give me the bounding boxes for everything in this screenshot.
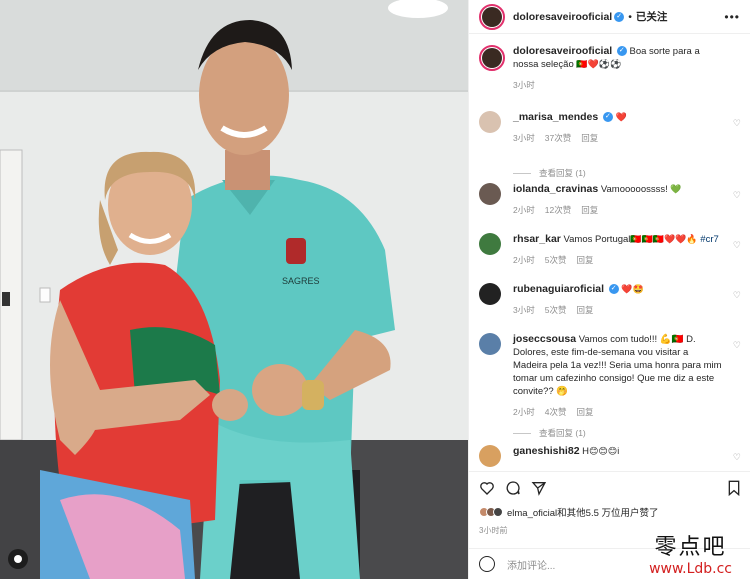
watermark-title: 零点吧 bbox=[654, 535, 727, 560]
like-heart-icon[interactable] bbox=[479, 480, 495, 496]
svg-text:SAGRES: SAGRES bbox=[282, 276, 320, 286]
watermark-url: www.Ldb.cc bbox=[649, 561, 732, 577]
post-sidebar: doloresaveirooficial ✓ • 已关注 ••• dolores… bbox=[468, 0, 750, 579]
caption-avatar[interactable] bbox=[479, 45, 505, 71]
comment-likes[interactable]: 5次赞 bbox=[545, 255, 567, 265]
view-replies-button[interactable]: 查看回复 (1) bbox=[513, 427, 586, 439]
comment-item: _marisa_mendes ✓ ❤️ 3小时 37次赞 回复 ♡ bbox=[479, 111, 745, 145]
comment-item: rubenaguiaroficial ✓ ❤️🤩 3小时 5次赞 回复 ♡ bbox=[479, 283, 745, 317]
reply-button[interactable]: 回复 bbox=[576, 407, 593, 417]
comment-time: 2小时 bbox=[513, 407, 535, 417]
like-comment-icon[interactable]: ♡ bbox=[733, 289, 741, 302]
photo-user-tag-icon[interactable] bbox=[8, 549, 28, 569]
post-actions-bar bbox=[469, 471, 750, 503]
comment-emoji: 😊😊😊i bbox=[589, 446, 620, 456]
comment-likes[interactable]: 5次赞 bbox=[545, 305, 567, 315]
comment-item: joseccsousa Vamos com tudo!!! 💪🇵🇹 D. Dol… bbox=[479, 333, 745, 419]
site-watermark: 零点吧 www.Ldb.cc bbox=[649, 529, 732, 577]
caption: doloresaveirooficial ✓ Boa sorte para a … bbox=[479, 45, 745, 92]
view-replies-label: 查看回复 (1) bbox=[539, 428, 586, 438]
comment-time: 2小时 bbox=[513, 205, 535, 215]
comment-time: 3小时 bbox=[513, 305, 535, 315]
verified-icon: ✓ bbox=[614, 11, 625, 22]
comment-time: 2小时 bbox=[513, 255, 535, 265]
comment-likes[interactable]: 4次赞 bbox=[545, 407, 567, 417]
post-header: doloresaveirooficial ✓ • 已关注 ••• bbox=[469, 0, 750, 34]
comments-list[interactable]: doloresaveirooficial ✓ Boa sorte para a … bbox=[469, 35, 750, 470]
like-comment-icon[interactable]: ♡ bbox=[733, 117, 741, 130]
like-comment-icon[interactable]: ♡ bbox=[733, 239, 741, 252]
comment-input-placeholder[interactable]: 添加评论... bbox=[507, 557, 555, 572]
reply-button[interactable]: 回复 bbox=[576, 255, 593, 265]
comment-item: iolanda_cravinas Vamooooossss! 💚 2小时 12次赞… bbox=[479, 183, 745, 217]
comment-text: Vamos Portugal bbox=[563, 234, 631, 245]
comment-emoji: 🇵🇹🇵🇹🇵🇹❤️❤️🔥 bbox=[630, 234, 698, 244]
replies-line bbox=[513, 432, 531, 434]
reply-button[interactable]: 回复 bbox=[576, 305, 593, 315]
comment-emoji: ❤️ bbox=[615, 112, 627, 122]
replies-line bbox=[513, 172, 531, 174]
author-username[interactable]: doloresaveirooficial bbox=[513, 11, 612, 23]
liker-avatar bbox=[493, 507, 503, 517]
caption-emoji: 🇵🇹❤️⚽⚽ bbox=[576, 59, 622, 69]
save-bookmark-icon[interactable] bbox=[727, 480, 741, 496]
verified-icon: ✓ bbox=[602, 112, 613, 123]
more-options-icon[interactable]: ••• bbox=[724, 10, 740, 24]
commenter-avatar[interactable] bbox=[479, 445, 501, 467]
comment-emoji: 💚 bbox=[670, 184, 682, 194]
post-photo[interactable]: SAGRES bbox=[0, 0, 468, 579]
like-comment-icon[interactable]: ♡ bbox=[733, 189, 741, 202]
like-comment-icon[interactable]: ♡ bbox=[733, 451, 741, 464]
comment-icon[interactable] bbox=[505, 480, 521, 496]
comment-time: 3小时 bbox=[513, 133, 535, 143]
commenter-username[interactable]: rhsar_kar bbox=[513, 233, 561, 245]
following-button[interactable]: 已关注 bbox=[636, 9, 668, 24]
commenter-username[interactable]: _marisa_mendes bbox=[513, 111, 598, 123]
emoji-picker-icon[interactable] bbox=[479, 556, 495, 572]
post-timestamp: 3小时前 bbox=[479, 526, 508, 535]
share-icon[interactable] bbox=[531, 480, 547, 496]
view-replies-button[interactable]: 查看回复 (1) bbox=[513, 167, 586, 179]
like-comment-icon[interactable]: ♡ bbox=[733, 339, 741, 352]
caption-username[interactable]: doloresaveirooficial bbox=[513, 45, 612, 57]
commenter-username[interactable]: ganeshishi82 bbox=[513, 445, 580, 457]
comment-text: Vamooooossss! bbox=[600, 184, 668, 195]
comment-item: rhsar_kar Vamos Portugal🇵🇹🇵🇹🇵🇹❤️❤️🔥 #cr7… bbox=[479, 233, 745, 267]
commenter-avatar[interactable] bbox=[479, 233, 501, 255]
comment-likes[interactable]: 37次赞 bbox=[545, 133, 571, 143]
commenter-avatar[interactable] bbox=[479, 183, 501, 205]
hashtag-link[interactable]: #cr7 bbox=[700, 234, 718, 245]
photo-illustration: SAGRES bbox=[0, 0, 468, 579]
reply-button[interactable]: 回复 bbox=[581, 205, 598, 215]
reply-button[interactable]: 回复 bbox=[581, 133, 598, 143]
author-avatar[interactable] bbox=[479, 3, 505, 30]
comment-item: ganeshishi82 H😊😊😊i ♡ bbox=[479, 445, 745, 467]
commenter-username[interactable]: rubenaguiaroficial bbox=[513, 283, 604, 295]
comment-likes[interactable]: 12次赞 bbox=[545, 205, 571, 215]
commenter-avatar[interactable] bbox=[479, 333, 501, 355]
commenter-avatar[interactable] bbox=[479, 111, 501, 133]
commenter-username[interactable]: iolanda_cravinas bbox=[513, 183, 598, 195]
liked-by[interactable]: elma_oficial和其他5.5 万位用户赞了 bbox=[479, 505, 659, 519]
verified-icon: ✓ bbox=[616, 46, 627, 57]
comment-emoji: ❤️🤩 bbox=[621, 284, 644, 294]
separator-dot: • bbox=[628, 10, 632, 23]
commenter-username[interactable]: joseccsousa bbox=[513, 333, 576, 345]
verified-icon: ✓ bbox=[608, 284, 619, 295]
liked-by-text: elma_oficial和其他5.5 万位用户赞了 bbox=[507, 508, 659, 519]
caption-time: 3小时 bbox=[513, 80, 535, 90]
view-replies-label: 查看回复 (1) bbox=[539, 168, 586, 178]
commenter-avatar[interactable] bbox=[479, 283, 501, 305]
